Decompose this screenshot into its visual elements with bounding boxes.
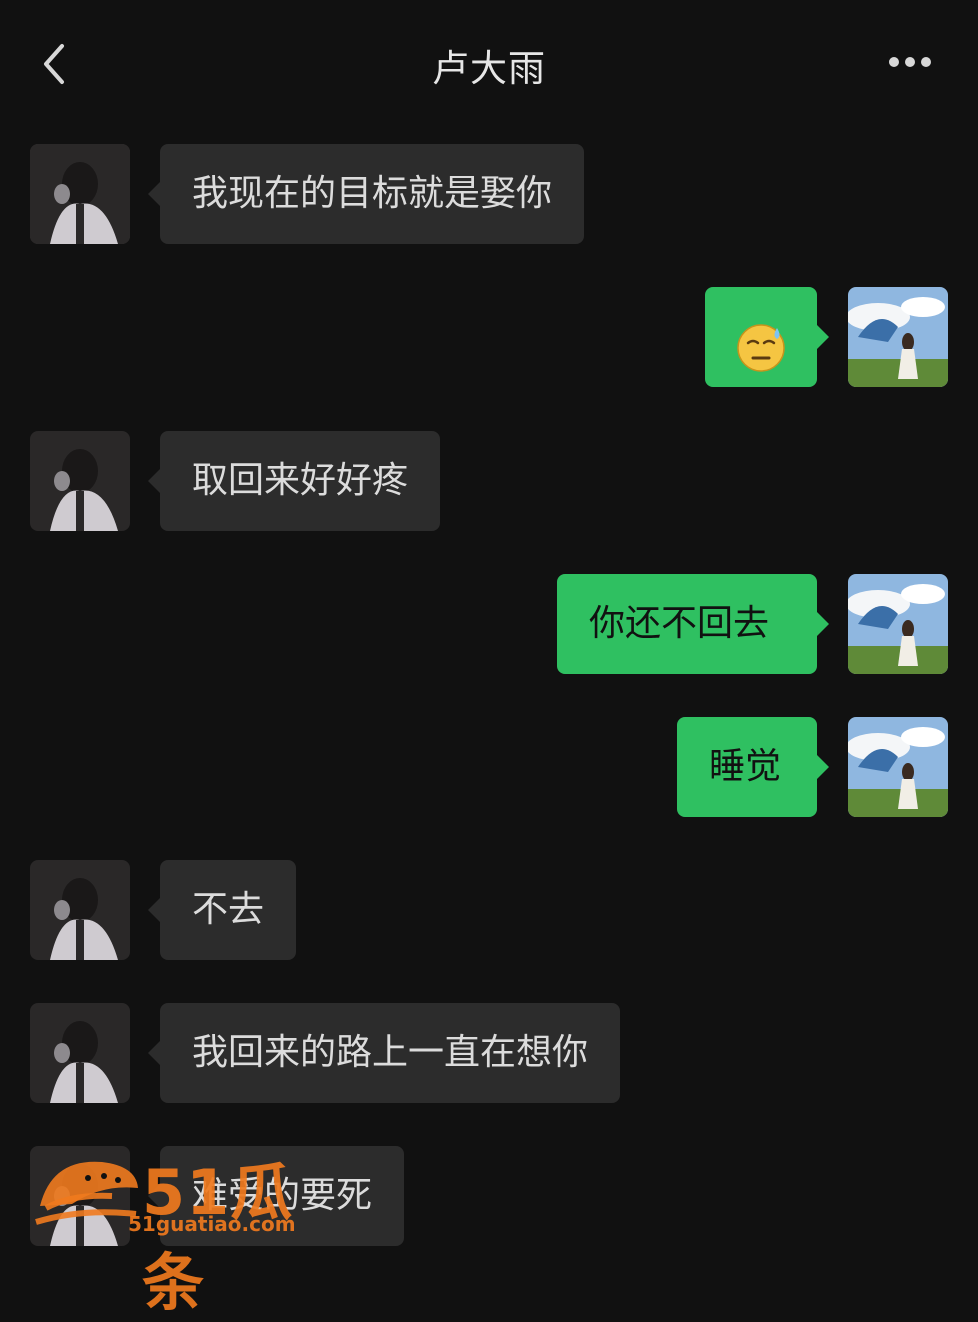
message-row: 难受的要死	[0, 1146, 978, 1246]
message-bubble-incoming[interactable]: 不去	[147, 860, 297, 960]
my-avatar[interactable]	[848, 717, 948, 817]
message-row: 你还不回去	[0, 574, 978, 674]
contact-avatar[interactable]	[30, 1003, 130, 1103]
more-button[interactable]	[886, 46, 936, 76]
contact-avatar[interactable]	[30, 860, 130, 960]
message-bubble-incoming[interactable]: 难受的要死	[147, 1146, 405, 1246]
message-bubble-outgoing[interactable]: 睡觉	[677, 717, 829, 817]
message-row: 不去	[0, 860, 978, 960]
message-bubble-outgoing[interactable]: 你还不回去	[557, 574, 829, 674]
message-row	[0, 287, 978, 387]
contact-avatar[interactable]	[30, 431, 130, 531]
my-avatar[interactable]	[848, 287, 948, 387]
message-row: 我回来的路上一直在想你	[0, 1003, 978, 1103]
message-bubble-incoming[interactable]: 我回来的路上一直在想你	[147, 1003, 621, 1103]
chat-title: 卢大雨	[432, 47, 546, 90]
message-row: 我现在的目标就是娶你	[0, 144, 978, 244]
message-bubble-incoming[interactable]: 取回来好好疼	[147, 431, 441, 531]
more-dots-icon	[889, 57, 931, 67]
contact-avatar[interactable]	[30, 144, 130, 244]
sweat-smile-emoji-icon	[735, 313, 787, 372]
my-avatar[interactable]	[848, 574, 948, 674]
message-row: 睡觉	[0, 717, 978, 817]
message-bubble-incoming[interactable]: 我现在的目标就是娶你	[147, 144, 585, 244]
message-row: 取回来好好疼	[0, 431, 978, 531]
message-bubble-outgoing[interactable]	[705, 287, 829, 387]
chat-header: 卢大雨	[0, 0, 978, 120]
contact-avatar[interactable]	[30, 1146, 130, 1246]
